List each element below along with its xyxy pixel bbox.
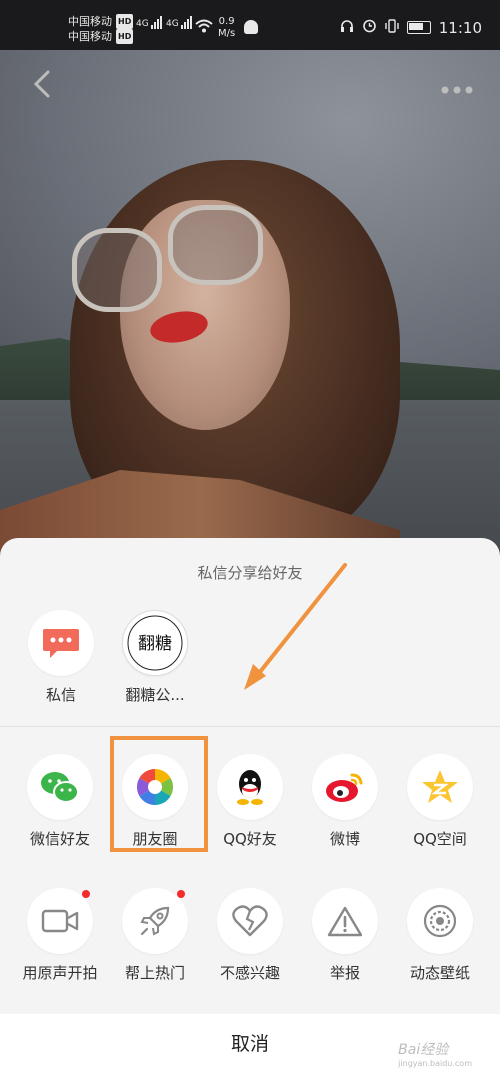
broken-heart-icon — [217, 888, 283, 954]
qq-icon — [217, 754, 283, 820]
share-label: QQ空间 — [413, 830, 467, 848]
speed-unit: M/s — [218, 28, 236, 39]
divider — [0, 726, 500, 727]
notification-icon — [244, 20, 258, 34]
red-badge — [82, 890, 90, 898]
avatar-text: 翻糖 — [138, 634, 172, 654]
video-camera-icon — [27, 888, 93, 954]
hd-badge: HD — [116, 29, 134, 44]
action-boost-popular[interactable]: 帮上热门 — [105, 888, 205, 983]
share-sheet-title: 私信分享给好友 — [197, 564, 303, 582]
share-label: 微信好友 — [29, 830, 90, 848]
watermark-brand: Bai经验 — [398, 1042, 449, 1058]
action-label: 举报 — [329, 964, 360, 982]
warning-icon — [312, 888, 378, 954]
highlight-box — [110, 736, 208, 852]
sunglasses-left — [72, 228, 162, 312]
fantang-avatar: 翻糖 — [122, 610, 188, 676]
sunglasses-right — [168, 205, 263, 285]
share-label: 微博 — [329, 830, 360, 848]
action-use-original-sound[interactable]: 用原声开拍 — [10, 888, 110, 983]
contact-label: 翻糖公... — [125, 686, 185, 704]
weibo-icon — [312, 754, 378, 820]
net-speed: 0.9 M/s — [218, 16, 235, 40]
carrier-2: 中国移动 — [68, 30, 112, 43]
headset-icon — [340, 19, 354, 37]
rocket-icon — [122, 888, 188, 954]
battery-icon — [406, 21, 431, 34]
signal-bars-icon — [150, 16, 162, 29]
speed-value: 0.9 — [218, 16, 235, 27]
carrier-1: 中国移动 — [68, 15, 112, 28]
wifi-icon — [195, 18, 213, 37]
network-type: 4G — [136, 19, 149, 29]
signal-2: 4G — [166, 16, 192, 29]
status-bar: 中国移动 HD 中国移动 HD 4G 4G 0.9 M/s 11:10 — [0, 0, 500, 50]
red-badge — [177, 890, 185, 898]
action-label: 帮上热门 — [124, 964, 185, 982]
more-dots-icon — [441, 86, 473, 94]
video-background[interactable] — [0, 0, 500, 560]
signal-bars-icon — [180, 16, 192, 29]
share-qq-friends[interactable]: QQ好友 — [200, 754, 300, 849]
action-label: 不感兴趣 — [219, 964, 280, 982]
message-icon — [28, 610, 94, 676]
qzone-icon — [407, 754, 473, 820]
more-button[interactable] — [440, 72, 474, 102]
chevron-left-icon — [33, 70, 50, 98]
network-type: 4G — [166, 19, 179, 29]
alarm-icon — [362, 18, 377, 37]
action-not-interested[interactable]: 不感兴趣 — [200, 888, 300, 983]
action-label: 用原声开拍 — [22, 964, 98, 982]
action-label: 动态壁纸 — [409, 964, 470, 982]
signal-1: 4G — [136, 16, 162, 29]
share-qzone[interactable]: QQ空间 — [390, 754, 490, 849]
back-button[interactable] — [30, 68, 62, 100]
contact-fantang[interactable]: 翻糖 翻糖公... — [110, 610, 200, 705]
share-sheet: 私信分享给好友 私信 翻糖 翻糖公... 微信好友 朋友圈 QQ好友 微博 QQ… — [0, 538, 500, 1074]
wallpaper-icon — [407, 888, 473, 954]
vibrate-icon — [385, 18, 399, 37]
action-report[interactable]: 举报 — [295, 888, 395, 983]
system-icons: 11:10 — [340, 18, 482, 37]
carrier-info: 中国移动 HD 中国移动 HD — [68, 14, 134, 44]
contact-direct-message[interactable]: 私信 — [16, 610, 106, 705]
share-label: QQ好友 — [223, 830, 277, 848]
clock: 11:10 — [438, 18, 482, 37]
wechat-icon — [27, 754, 93, 820]
share-weibo[interactable]: 微博 — [295, 754, 395, 849]
share-wechat-friends[interactable]: 微信好友 — [10, 754, 110, 849]
watermark: Bai经验 jingyan.baidu.com — [398, 1039, 472, 1068]
watermark-url: jingyan.baidu.com — [398, 1059, 472, 1068]
action-live-wallpaper[interactable]: 动态壁纸 — [390, 888, 490, 983]
contact-label: 私信 — [45, 686, 76, 704]
hd-badge: HD — [116, 14, 134, 29]
